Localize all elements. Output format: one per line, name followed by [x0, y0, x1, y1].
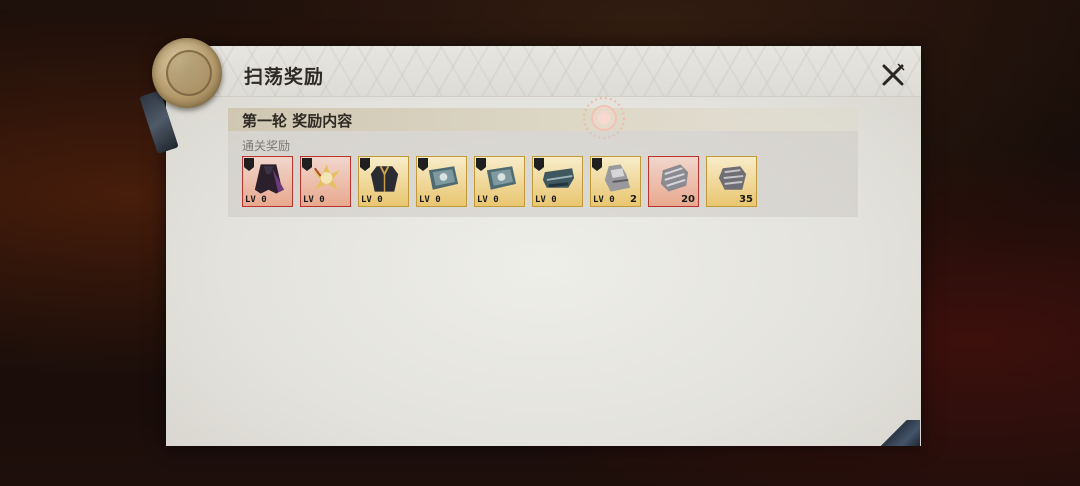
sweep-rewards-dialog [166, 46, 921, 446]
reward-item[interactable]: LV 0 [300, 156, 351, 207]
item-level: LV 0 [303, 195, 325, 205]
close-button[interactable] [878, 60, 908, 90]
dark-coat-icon [370, 165, 399, 192]
reward-item[interactable]: 35 [706, 156, 757, 207]
teal-boots-icon [542, 168, 575, 188]
metal-bracer-icon [718, 166, 747, 190]
reward-item[interactable]: LV 0 [416, 156, 467, 207]
round-title: 第一轮 奖励内容 [242, 112, 353, 130]
close-x-icon [882, 63, 905, 86]
reward-item[interactable]: 20 [648, 156, 699, 207]
clear-rewards-label: 通关奖励 [242, 139, 291, 153]
reward-item[interactable]: LV 0 [242, 156, 293, 207]
corner-decoration [880, 420, 920, 446]
item-level: LV 0 [477, 195, 499, 205]
reward-item[interactable]: LV 0 2 [590, 156, 641, 207]
teal-scroll-icon [428, 166, 459, 190]
item-quantity: 35 [739, 194, 753, 205]
teal-scroll-icon [486, 166, 517, 190]
item-quantity: 2 [630, 194, 637, 205]
silver-gauntlet-icon [604, 164, 631, 192]
reward-item[interactable]: LV 0 [358, 156, 409, 207]
item-level: LV 0 [593, 195, 615, 205]
reward-item[interactable]: LV 0 [532, 156, 583, 207]
item-level: LV 0 [245, 195, 267, 205]
metal-bracer-icon [660, 164, 689, 192]
reward-item[interactable]: LV 0 [474, 156, 525, 207]
item-quantity: 20 [681, 194, 695, 205]
flame-crest-ornament-icon [312, 164, 341, 190]
item-level: LV 0 [419, 195, 441, 205]
item-level: LV 0 [535, 195, 557, 205]
wax-seal-icon [152, 38, 222, 108]
dialog-title: 扫荡奖励 [244, 66, 325, 88]
item-level: LV 0 [361, 195, 383, 205]
dark-feather-cloak-icon [254, 164, 285, 194]
